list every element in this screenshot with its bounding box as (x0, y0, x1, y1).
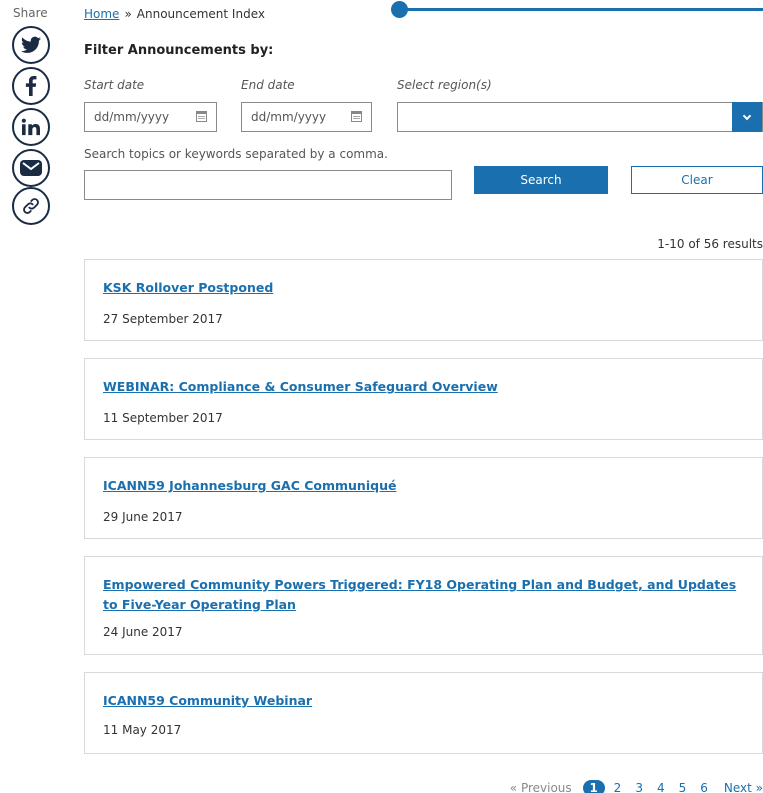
pagination-page-link[interactable]: 5 (679, 781, 687, 793)
end-date-placeholder: dd/mm/yyyy (251, 110, 327, 124)
announcement-title-link[interactable]: ICANN59 Community Webinar (103, 691, 744, 711)
announcement-date: 11 May 2017 (103, 723, 182, 737)
calendar-icon[interactable] (196, 111, 207, 122)
pagination-current-page[interactable]: 1 (582, 780, 605, 793)
announcement-card: WEBINAR: Compliance & Consumer Safeguard… (84, 358, 763, 440)
announcement-title-link[interactable]: WEBINAR: Compliance & Consumer Safeguard… (103, 377, 744, 397)
announcement-date: 11 September 2017 (103, 411, 223, 425)
announcement-date: 27 September 2017 (103, 312, 223, 326)
slider-handle[interactable] (391, 1, 408, 18)
search-button[interactable]: Search (474, 166, 608, 194)
announcement-card: ICANN59 Johannesburg GAC Communiqué 29 J… (84, 457, 763, 539)
announcement-date: 24 June 2017 (103, 625, 183, 639)
link-icon (23, 198, 39, 214)
end-date-label: End date (241, 78, 295, 92)
breadcrumb: Home » Announcement Index (84, 7, 265, 21)
linkedin-share-button[interactable] (12, 108, 50, 146)
keywords-hint: Search topics or keywords separated by a… (84, 147, 388, 161)
copy-link-button[interactable] (12, 187, 50, 225)
region-label: Select region(s) (397, 78, 492, 92)
start-date-placeholder: dd/mm/yyyy (94, 110, 170, 124)
start-date-label: Start date (84, 78, 145, 92)
pagination-page-link[interactable]: 3 (635, 781, 643, 793)
region-select[interactable] (397, 102, 763, 132)
slider-track[interactable] (399, 8, 763, 11)
linkedin-icon (21, 118, 40, 136)
twitter-share-button[interactable] (12, 26, 50, 64)
share-label: Share (13, 6, 48, 20)
announcement-title-link[interactable]: Empowered Community Powers Triggered: FY… (103, 575, 744, 615)
end-date-input[interactable]: dd/mm/yyyy (241, 102, 372, 132)
filter-title: Filter Announcements by: (84, 43, 274, 58)
pagination: « Previous 1 2 3 4 5 6 Next » (510, 779, 763, 793)
pagination-previous: « Previous (509, 781, 572, 793)
announcement-date: 29 June 2017 (103, 510, 183, 524)
start-date-input[interactable]: dd/mm/yyyy (84, 102, 217, 132)
email-share-button[interactable] (12, 149, 50, 187)
breadcrumb-current: Announcement Index (136, 7, 265, 21)
pagination-next[interactable]: Next » (724, 781, 763, 793)
breadcrumb-separator: » (124, 7, 132, 21)
facebook-icon (25, 76, 37, 96)
pagination-page-link[interactable]: 2 (614, 781, 622, 793)
region-dropdown-button[interactable] (732, 102, 762, 132)
announcement-title-link[interactable]: KSK Rollover Postponed (103, 278, 744, 298)
chevron-down-icon (742, 111, 752, 120)
announcement-card: ICANN59 Community Webinar 11 May 2017 (84, 672, 763, 754)
clear-button[interactable]: Clear (631, 166, 763, 194)
email-icon (20, 160, 42, 176)
pagination-page-link[interactable]: 4 (657, 781, 665, 793)
announcement-card: Empowered Community Powers Triggered: FY… (84, 556, 763, 655)
announcement-title-link[interactable]: ICANN59 Johannesburg GAC Communiqué (103, 476, 744, 496)
results-count: 1-10 of 56 results (657, 237, 763, 251)
facebook-share-button[interactable] (12, 67, 50, 105)
twitter-icon (21, 36, 41, 53)
keywords-input[interactable] (84, 170, 452, 200)
breadcrumb-home-link[interactable]: Home (84, 7, 119, 21)
announcement-card: KSK Rollover Postponed 27 September 2017 (84, 259, 763, 341)
calendar-icon[interactable] (351, 111, 362, 122)
pagination-page-link[interactable]: 6 (700, 781, 708, 793)
